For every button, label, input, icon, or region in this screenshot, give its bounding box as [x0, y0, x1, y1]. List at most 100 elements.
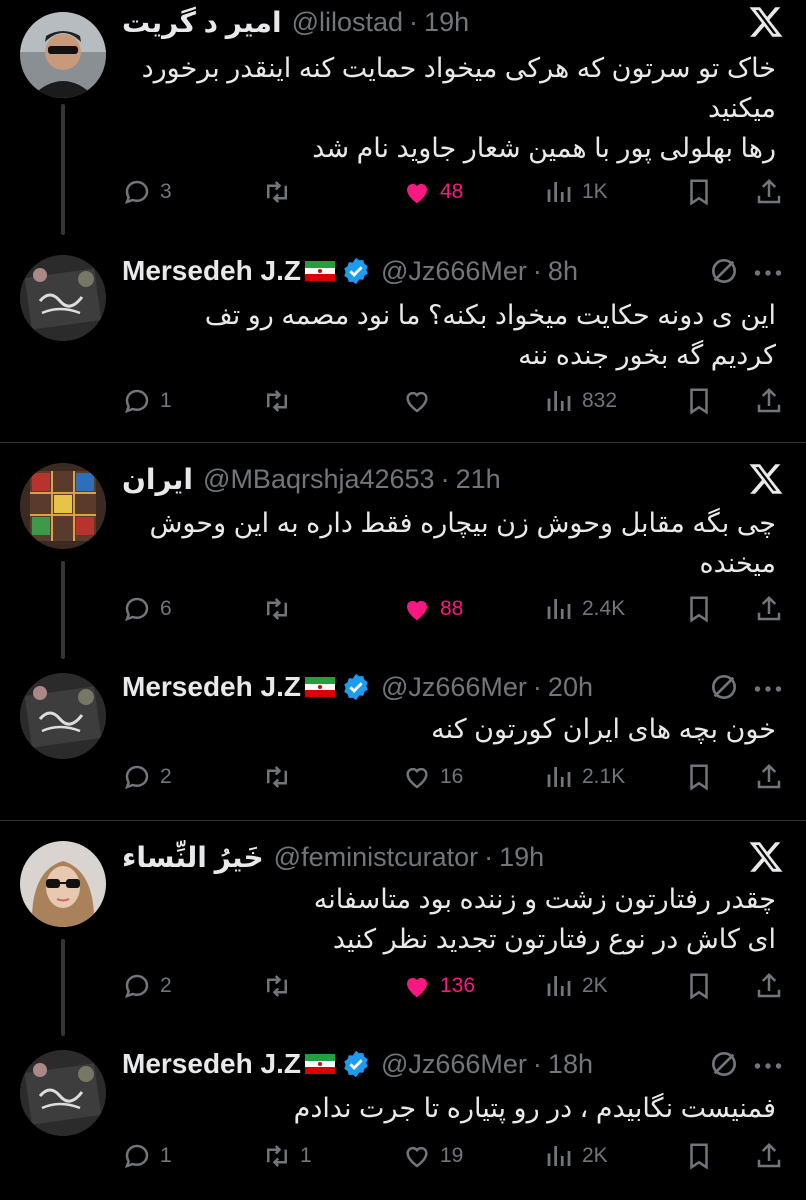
share-icon — [757, 972, 781, 998]
reply-button[interactable]: 1 — [122, 381, 172, 421]
retweet-button[interactable]: 1 — [262, 1136, 312, 1176]
like-button[interactable]: 88 — [402, 589, 463, 629]
reply-icon — [124, 180, 149, 205]
views-count: 2K — [582, 974, 608, 997]
avatar[interactable] — [20, 255, 106, 341]
verified-badge-icon — [344, 673, 368, 701]
display-name[interactable]: امیر د گریت — [122, 6, 282, 39]
avatar[interactable] — [20, 12, 106, 98]
tweet[interactable]: خَيرُ النِّساء @feministcurator · 19h چق… — [0, 821, 806, 1036]
tweet[interactable]: Mersedeh J.Z @Jz666Mer · 8h این ی دونه ح… — [0, 235, 806, 442]
share-button[interactable] — [754, 966, 784, 1006]
retweet-icon — [267, 1145, 287, 1167]
retweet-button[interactable] — [262, 589, 300, 629]
share-button[interactable] — [754, 172, 784, 212]
more-icon[interactable] — [750, 1048, 786, 1084]
timestamp[interactable]: 20h — [548, 672, 593, 703]
views-button[interactable]: 2.4K — [544, 589, 625, 629]
reply-button[interactable]: 6 — [122, 589, 172, 629]
more-icon[interactable] — [750, 671, 786, 707]
bookmark-button[interactable] — [684, 1136, 714, 1176]
tweet-line: میخنده — [699, 548, 776, 578]
views-button[interactable]: 832 — [544, 381, 617, 421]
thread-line — [61, 939, 65, 1036]
like-button[interactable]: 16 — [402, 757, 463, 797]
handle[interactable]: @feministcurator — [274, 842, 478, 873]
reply-button[interactable]: 2 — [122, 966, 172, 1006]
timestamp[interactable]: 21h — [456, 464, 501, 495]
mute-icon[interactable] — [708, 255, 740, 287]
views-icon — [547, 1146, 571, 1166]
retweet-button[interactable] — [262, 966, 300, 1006]
views-count: 832 — [582, 389, 618, 412]
avatar[interactable] — [20, 1050, 106, 1136]
share-button[interactable] — [754, 1136, 784, 1176]
x-logo-icon[interactable] — [748, 839, 784, 875]
separator: · — [440, 463, 450, 494]
bookmark-button[interactable] — [684, 172, 714, 212]
reply-count: 6 — [160, 597, 172, 620]
timestamp[interactable]: 19h — [424, 7, 469, 38]
views-button[interactable]: 2K — [544, 966, 608, 1006]
reply-button[interactable]: 2 — [122, 757, 172, 797]
retweet-button[interactable] — [262, 757, 300, 797]
reply-icon — [124, 597, 149, 622]
tweet-line: چی بگه مقابل وحوش زن بیچاره فقط داره به … — [149, 508, 776, 538]
retweet-button[interactable] — [262, 381, 300, 421]
retweet-count: 1 — [300, 1144, 312, 1167]
reply-count: 1 — [160, 389, 172, 412]
separator: · — [484, 841, 494, 872]
separator: · — [532, 1048, 542, 1079]
bookmark-button[interactable] — [684, 589, 714, 629]
timestamp[interactable]: 18h — [548, 1049, 593, 1080]
more-icon[interactable] — [750, 255, 786, 291]
tweet[interactable]: Mersedeh J.Z @Jz666Mer · 18h فمنیست نگاب… — [0, 1036, 806, 1200]
retweet-button[interactable] — [262, 172, 300, 212]
action-bar: 1 832 — [122, 381, 792, 421]
avatar[interactable] — [20, 673, 106, 759]
share-button[interactable] — [754, 381, 784, 421]
display-name[interactable]: Mersedeh J.Z — [122, 1048, 301, 1080]
handle[interactable]: @MBaqrshja42653 — [203, 464, 435, 495]
tweet[interactable]: ایران @MBaqrshja42653 · 21h چی بگه مقابل… — [0, 443, 806, 659]
display-name[interactable]: خَيرُ النِّساء — [122, 841, 264, 874]
retweet-icon — [267, 766, 287, 788]
tweet[interactable]: Mersedeh J.Z @Jz666Mer · 20h خون بچه های… — [0, 659, 806, 820]
timestamp[interactable]: 8h — [548, 256, 578, 287]
bookmark-button[interactable] — [684, 381, 714, 421]
avatar[interactable] — [20, 463, 106, 549]
bookmark-button[interactable] — [684, 966, 714, 1006]
handle[interactable]: @Jz666Mer — [381, 256, 527, 287]
share-button[interactable] — [754, 589, 784, 629]
display-name[interactable]: ایران — [122, 463, 193, 496]
share-button[interactable] — [754, 757, 784, 797]
like-button[interactable]: 136 — [402, 966, 475, 1006]
timestamp[interactable]: 19h — [499, 842, 544, 873]
like-button[interactable]: 48 — [402, 172, 463, 212]
handle[interactable]: @Jz666Mer — [381, 672, 527, 703]
bookmark-button[interactable] — [684, 757, 714, 797]
views-button[interactable]: 2.1K — [544, 757, 625, 797]
x-logo-icon[interactable] — [748, 4, 784, 40]
like-button[interactable] — [402, 381, 440, 421]
views-button[interactable]: 2K — [544, 1136, 608, 1176]
handle[interactable]: @lilostad — [292, 7, 403, 38]
display-name[interactable]: Mersedeh J.Z — [122, 255, 301, 287]
tweet-line: میکنید — [708, 93, 776, 123]
views-button[interactable]: 1K — [544, 172, 608, 212]
avatar[interactable] — [20, 841, 106, 927]
display-name[interactable]: Mersedeh J.Z — [122, 671, 301, 703]
reply-count: 3 — [160, 180, 172, 203]
mute-icon[interactable] — [708, 671, 740, 703]
share-icon — [757, 763, 781, 789]
verified-badge-icon — [344, 1050, 368, 1078]
reply-button[interactable]: 1 — [122, 1136, 172, 1176]
like-button[interactable]: 19 — [402, 1136, 463, 1176]
mute-icon[interactable] — [708, 1048, 740, 1080]
heart-icon — [407, 600, 427, 621]
x-logo-icon[interactable] — [748, 461, 784, 497]
views-count: 2.1K — [582, 765, 626, 788]
handle[interactable]: @Jz666Mer — [381, 1049, 527, 1080]
reply-button[interactable]: 3 — [122, 172, 172, 212]
tweet[interactable]: امیر د گریت @lilostad · 19h خاک تو سرتون… — [0, 0, 806, 235]
